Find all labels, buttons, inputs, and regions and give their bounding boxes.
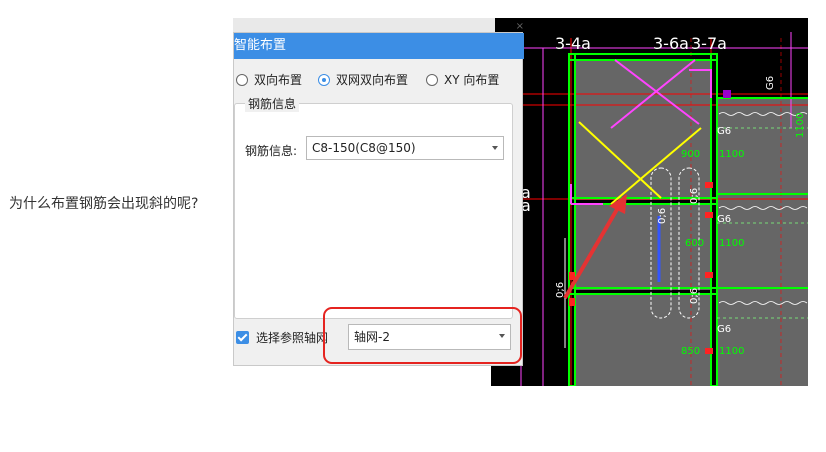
axis-label: 3-6a <box>653 34 689 53</box>
vertical-mark: 0;6 <box>689 188 700 204</box>
rebar-info-group: 钢筋信息 钢筋信息: C8-150(C8@150) <box>234 95 513 319</box>
toolbar-strip <box>233 18 495 33</box>
dim-text: 850 <box>681 346 700 357</box>
beam <box>568 53 718 61</box>
slab-panel <box>575 294 711 386</box>
radio-selected-icon <box>318 73 330 86</box>
axis-label: 3-7a <box>691 34 727 53</box>
radio-label: 双向布置 <box>254 73 303 87</box>
rebar-mark: G6 <box>717 324 731 335</box>
dim-text: 900 <box>681 149 700 160</box>
radio-icon <box>426 73 438 86</box>
rebar-info-select[interactable]: C8-150(C8@150) <box>306 136 504 160</box>
vertical-mark: 0;6 <box>555 282 566 298</box>
chevron-down-icon <box>492 146 498 150</box>
close-icon[interactable]: × <box>516 21 524 32</box>
radio-label: 双网双向布置 <box>336 73 409 87</box>
cad-drawing: 3-4a 3-6a 3-7a a a 900 1100 600 1100 850… <box>491 32 808 386</box>
dim-text: 1100 <box>719 346 744 357</box>
radio-icon <box>236 73 248 86</box>
dim-text: 1100 <box>719 149 744 160</box>
red-highlight-box <box>323 307 522 364</box>
cad-canvas[interactable]: 3-4a 3-6a 3-7a a a 900 1100 600 1100 850… <box>491 18 808 386</box>
vertical-mark: 1100 <box>795 113 806 138</box>
axis-reference-checkbox[interactable]: 选择参照轴网 <box>236 329 328 346</box>
rebar-info-label: 钢筋信息: <box>245 144 298 158</box>
radio-xy[interactable]: XY 向布置 <box>426 71 499 88</box>
dim-text: 600 <box>685 238 704 249</box>
dim-text: 1100 <box>719 238 744 249</box>
question-text: 为什么布置钢筋会出现斜的呢? <box>9 196 199 212</box>
beam <box>568 53 576 386</box>
radio-double-net[interactable]: 双网双向布置 <box>318 71 408 88</box>
vertical-mark: 0;6 <box>657 208 668 224</box>
group-title: 钢筋信息 <box>245 95 300 112</box>
radio-label: XY 向布置 <box>444 73 500 87</box>
rebar-mark: G6 <box>717 126 731 137</box>
radio-bidirectional[interactable]: 双向布置 <box>236 71 302 88</box>
axis-label: 3-4a <box>555 34 591 53</box>
checkbox-checked-icon <box>236 331 249 344</box>
rebar-info-value: C8-150(C8@150) <box>312 141 416 155</box>
rebar-mark: G6 <box>717 214 731 225</box>
checkbox-label: 选择参照轴网 <box>256 331 329 345</box>
vertical-mark: G6 <box>765 76 776 90</box>
vertical-mark: 0;6 <box>689 288 700 304</box>
dialog-title: 智能布置 <box>234 33 524 59</box>
